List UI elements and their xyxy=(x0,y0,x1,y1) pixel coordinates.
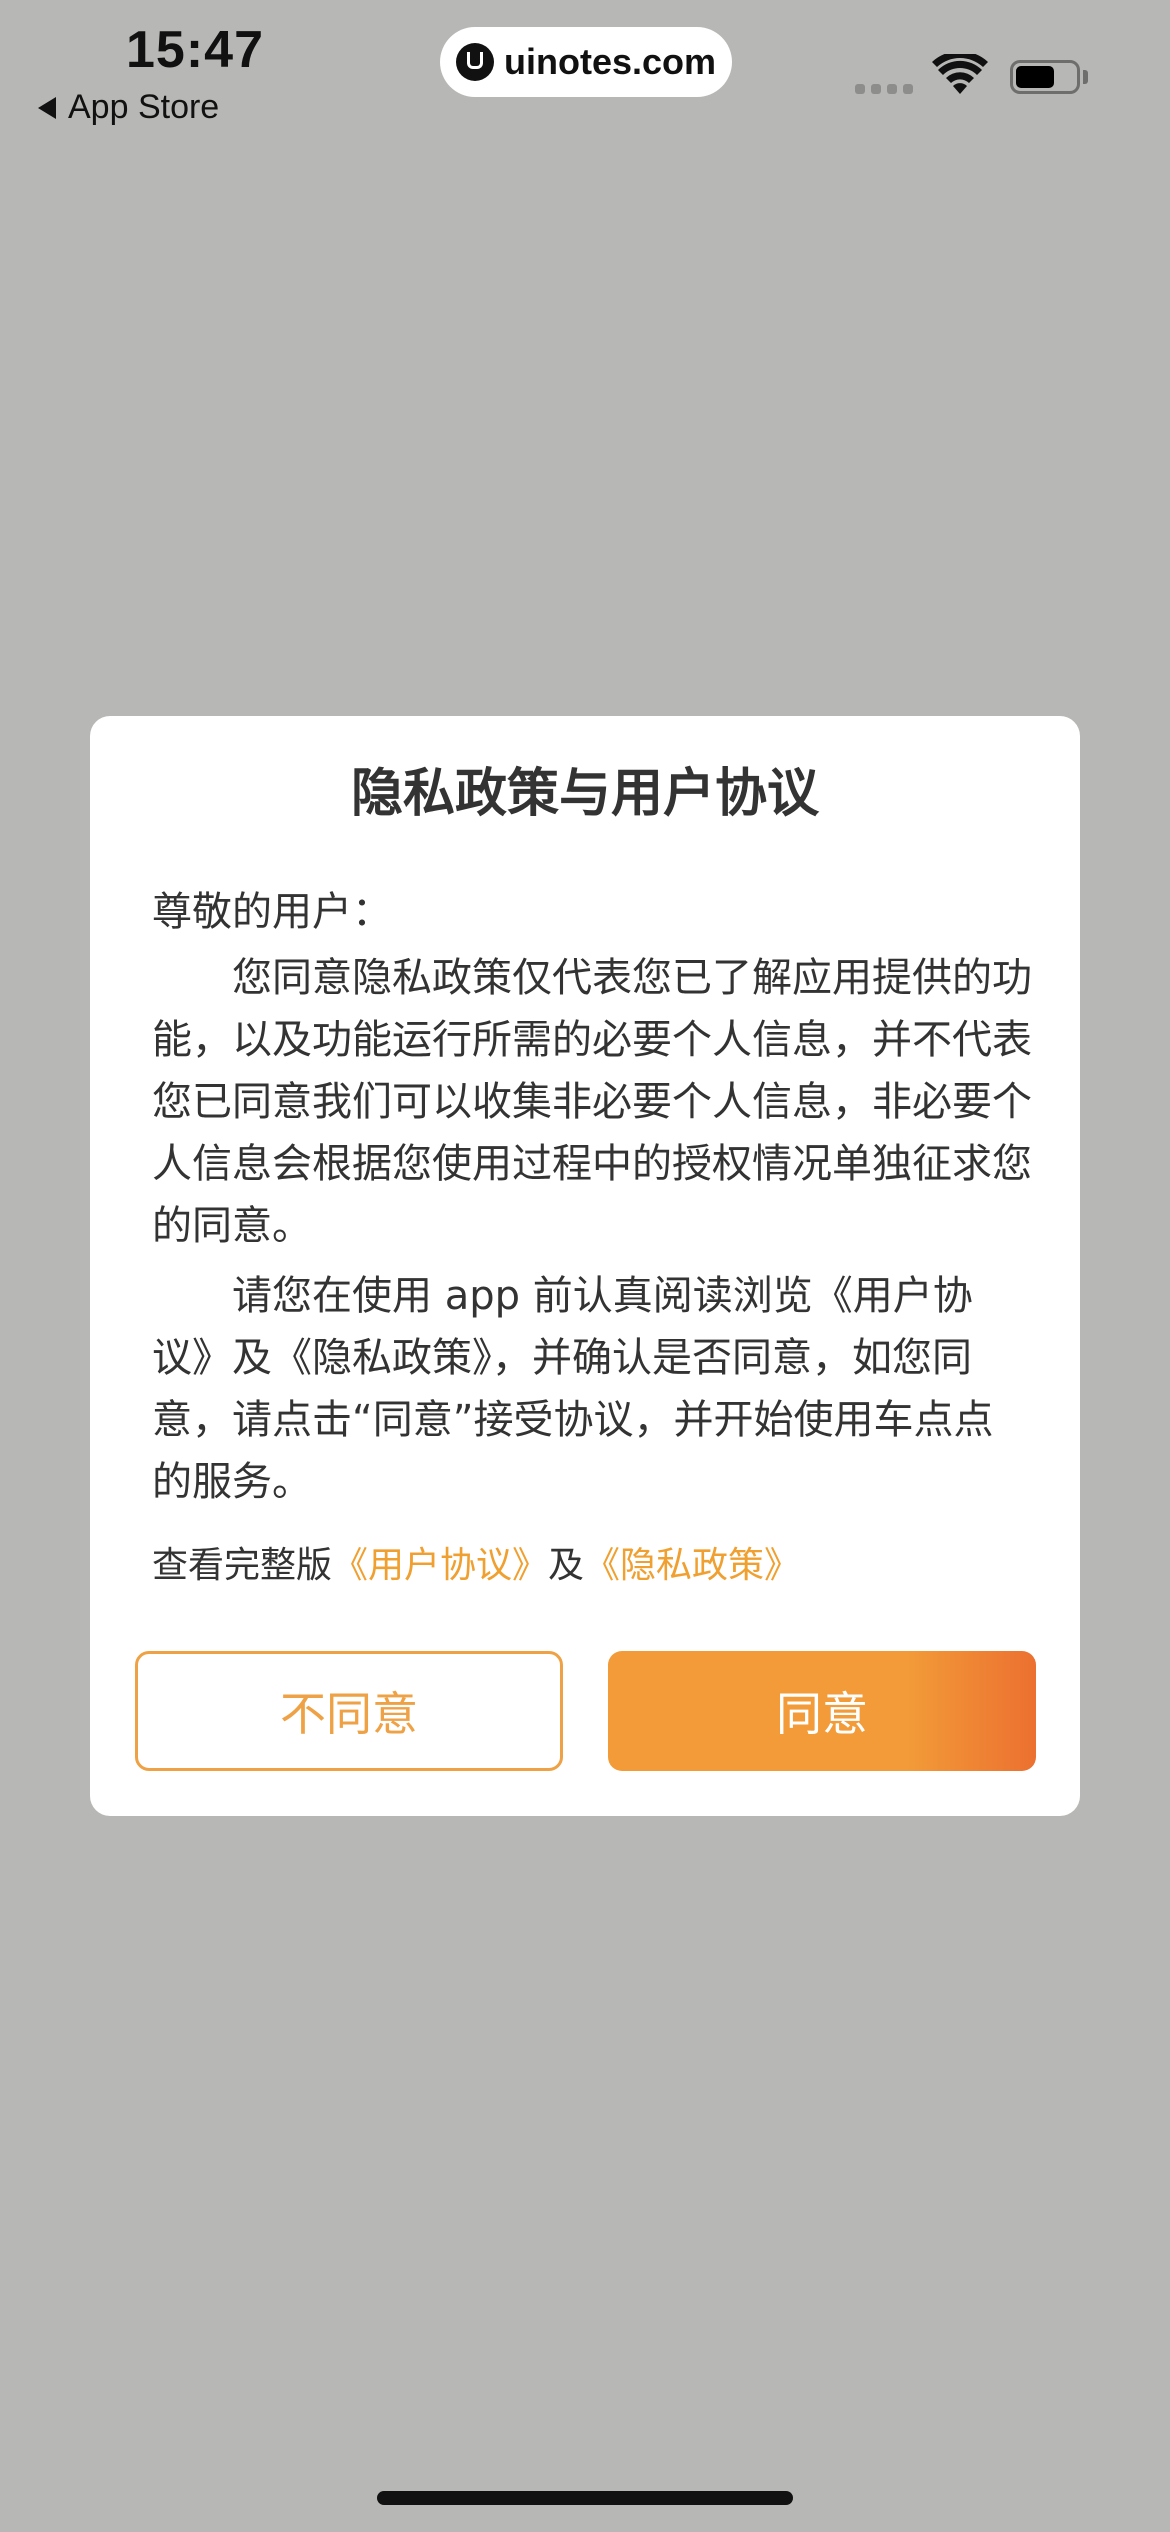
url-badge: uinotes.com xyxy=(440,27,732,97)
back-to-app-store-button[interactable]: App Store xyxy=(38,88,219,127)
consent-paragraph: 您同意隐私政策仅代表您已了解应用提供的功能，以及功能运行所需的必要个人信息，并不… xyxy=(152,955,1032,1249)
instruction-paragraph: 请您在使用 app 前认真阅读浏览《用户协议》及《隐私政策》，并确认是否同意，如… xyxy=(152,1273,994,1505)
agree-button[interactable]: 同意 xyxy=(608,1651,1036,1771)
battery-icon xyxy=(1010,60,1080,94)
greeting-text: 尊敬的用户： xyxy=(152,889,392,935)
uinotes-logo-icon xyxy=(455,43,494,81)
status-time: 15:47 xyxy=(126,21,264,79)
home-indicator[interactable] xyxy=(377,2491,793,2505)
disagree-button[interactable]: 不同意 xyxy=(135,1651,563,1771)
dialog-body: 尊敬的用户： 您同意隐私政策仅代表您已了解应用提供的功能，以及功能运行所需的必要… xyxy=(152,881,1032,1521)
user-agreement-link[interactable]: 《用户协议》 xyxy=(332,1545,548,1586)
signal-icon xyxy=(855,84,913,94)
url-text: uinotes.com xyxy=(503,41,717,82)
back-label: App Store xyxy=(68,88,220,126)
battery-cap xyxy=(1083,70,1088,84)
full-documents-line: 查看完整版《用户协议》及《隐私政策》 xyxy=(152,1538,1032,1594)
links-conjunction: 及 xyxy=(548,1545,585,1586)
battery-level xyxy=(1016,66,1054,88)
privacy-dialog: 隐私政策与用户协议 尊敬的用户： 您同意隐私政策仅代表您已了解应用提供的功能，以… xyxy=(90,716,1080,1816)
privacy-policy-link[interactable]: 《隐私政策》 xyxy=(584,1545,800,1586)
wifi-icon xyxy=(932,54,988,94)
links-prefix: 查看完整版 xyxy=(152,1545,333,1586)
back-arrow-icon xyxy=(38,96,56,119)
dialog-title: 隐私政策与用户协议 xyxy=(350,764,819,824)
